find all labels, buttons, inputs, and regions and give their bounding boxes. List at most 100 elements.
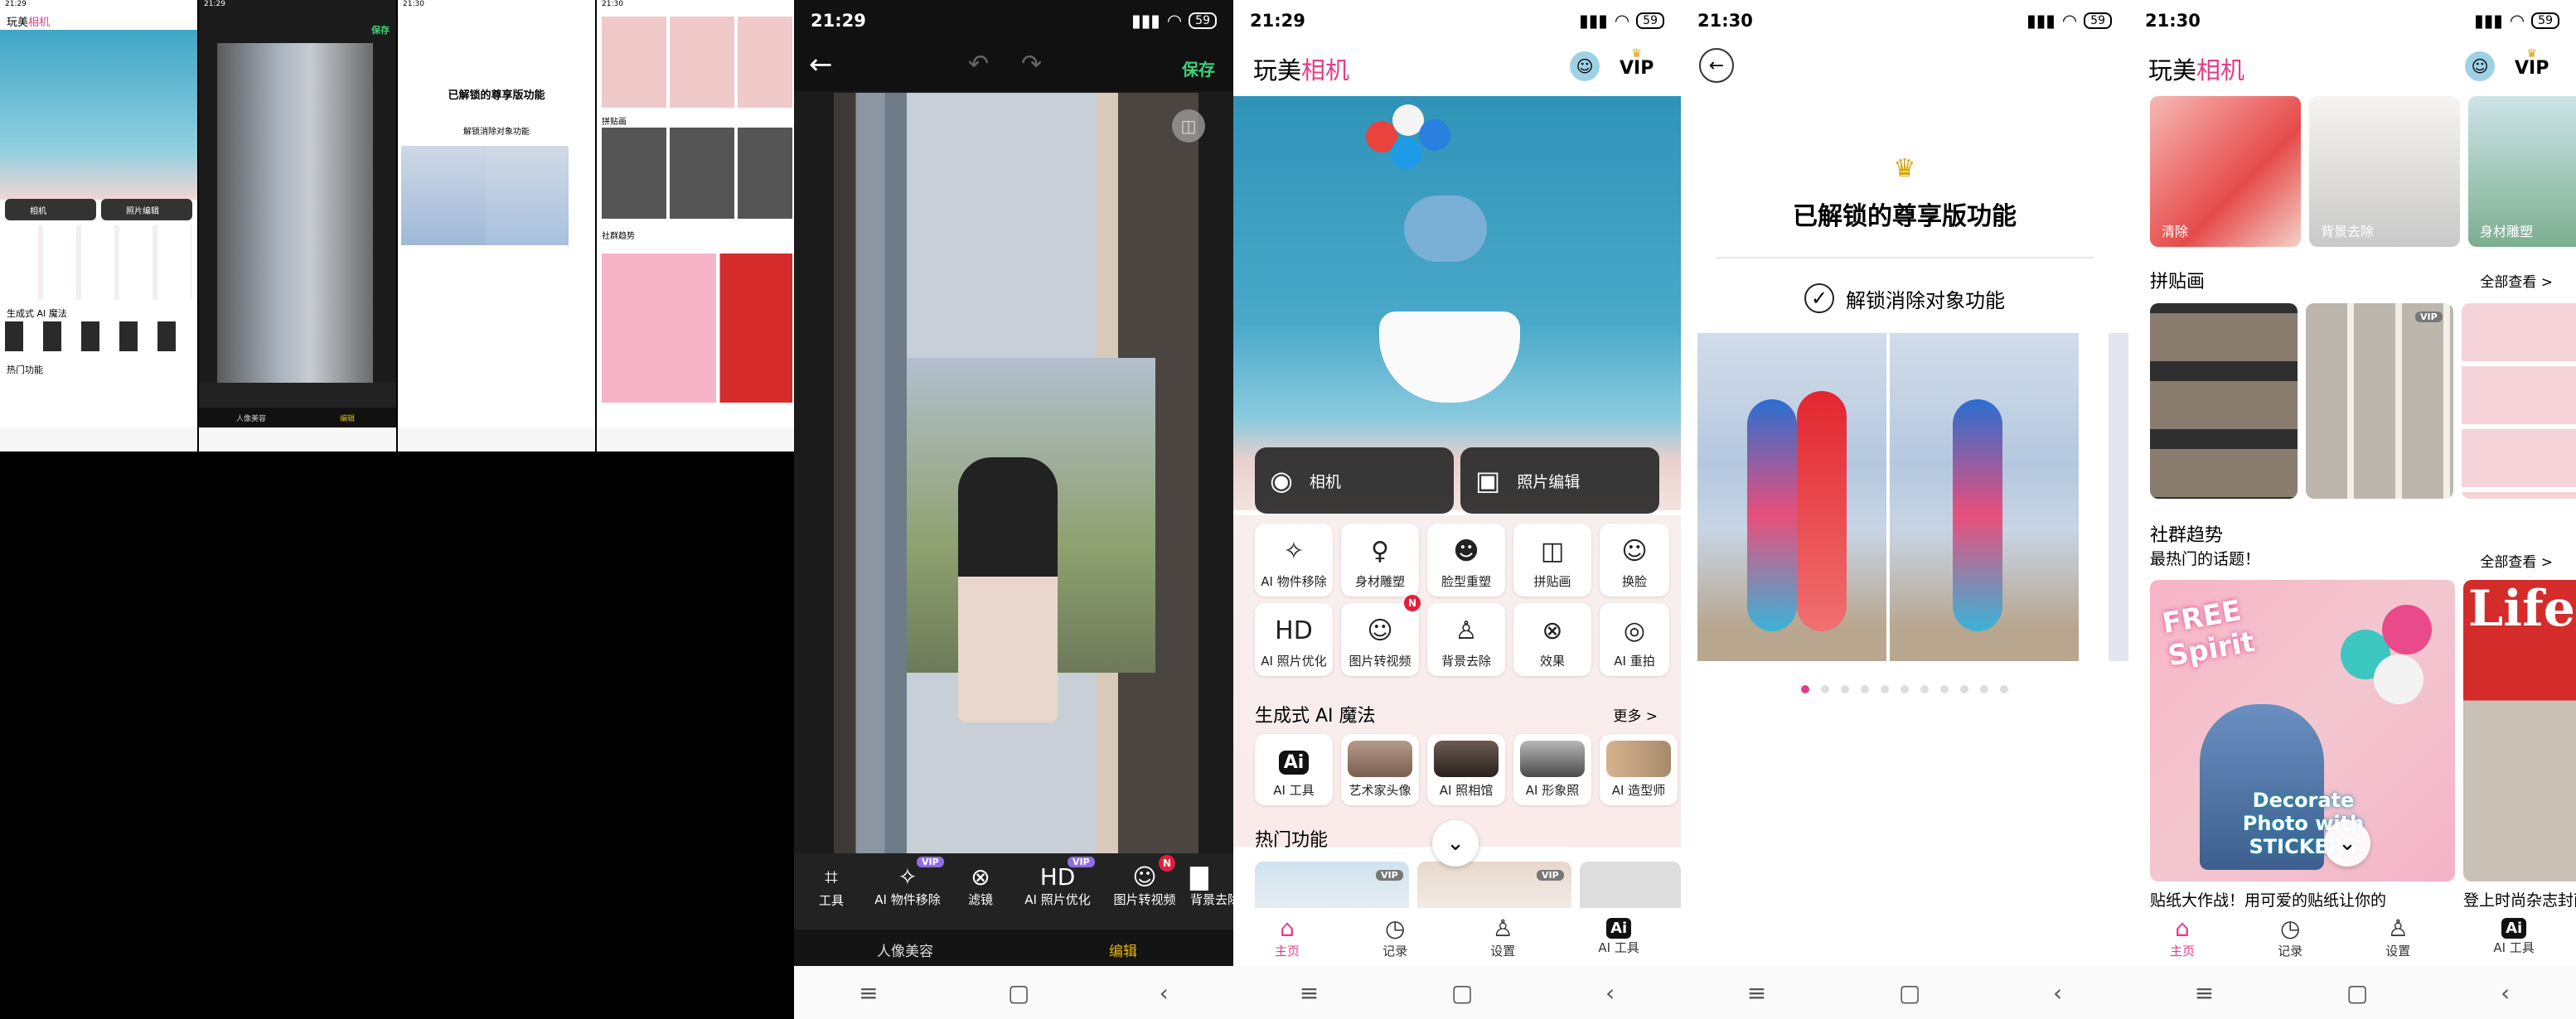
tool-filter[interactable]: ⊗ 滤镜	[951, 863, 1010, 908]
scroll-down-chevron-icon[interactable]: ⌄	[1432, 820, 1479, 867]
vip-button[interactable]: ♛ VIP	[1620, 47, 1654, 79]
ai-tools-item[interactable]: Ai AI 工具	[1255, 734, 1333, 805]
mini-photo-edit-button[interactable]: 照片编辑	[101, 199, 192, 220]
more-link[interactable]: 更多 >	[1613, 704, 1658, 725]
signal-icon: ▮▮▮	[1579, 11, 1608, 31]
dot[interactable]	[1980, 685, 1988, 693]
menu-icon[interactable]: ≡	[2195, 979, 2214, 1007]
redo-icon[interactable]: ↷	[1021, 50, 1042, 79]
tab-ai-tools[interactable]: Ai AI 工具	[2493, 918, 2535, 956]
ai-headshot-item[interactable]: AI 形象照	[1513, 734, 1591, 805]
collage-card-grid[interactable]	[2306, 303, 2453, 499]
ai-stylist-item[interactable]: AI 造型师	[1600, 734, 1678, 805]
sticker-post-card[interactable]: FREE Spirit Decorate Photo with STICKERS	[2150, 580, 2455, 881]
dot[interactable]	[1881, 685, 1889, 693]
scroll-down-chevron-icon[interactable]: ⌄	[2324, 820, 2370, 867]
tool-photo-enhance[interactable]: HD AI 照片优化	[1016, 863, 1099, 908]
dot[interactable]	[1821, 685, 1829, 693]
mode-edit[interactable]: 编辑	[1109, 939, 1137, 960]
save-button[interactable]: 保存	[1182, 56, 1215, 80]
tool-background-removal[interactable]: ♙ 背景去除	[1427, 603, 1505, 676]
dot-active[interactable]	[1801, 685, 1809, 693]
home-square-icon[interactable]: ▢	[2346, 979, 2368, 1007]
tab-settings[interactable]: ♙ 设置	[1490, 915, 1515, 959]
menu-icon[interactable]: ≡	[859, 979, 878, 1007]
back-chevron-icon[interactable]: ‹	[1605, 979, 1615, 1007]
hot-card-2[interactable]	[1417, 862, 1571, 911]
tab-settings[interactable]: ♙ 设置	[2385, 915, 2410, 959]
collage-card-baby[interactable]	[2462, 303, 2576, 499]
see-all-social-link[interactable]: 全部查看 >	[2480, 550, 2553, 571]
person-icon: ♙	[2387, 915, 2409, 942]
tab-home[interactable]: ⌂ 主页	[2170, 915, 2195, 959]
collage-icon: ◫	[1540, 537, 1565, 566]
camera-button[interactable]: ◉ 相机	[1255, 447, 1454, 514]
premium-features-screen: 21:30 ▮▮▮ ◠ 59 ← ♛ 已解锁的尊享版功能 ✓ 解锁消除对象功能 ≡ ▢…	[1681, 0, 2128, 1019]
ai-artist-avatar-item[interactable]: 艺术家头像	[1341, 734, 1419, 805]
dot[interactable]	[1960, 685, 1968, 693]
home-square-icon[interactable]: ▢	[1899, 979, 1920, 1007]
tab-history[interactable]: ◷ 记录	[2278, 915, 2302, 959]
tool-photo-to-video[interactable]: ☺ 图片转视频	[1341, 603, 1419, 676]
face-icon: ☻	[1453, 537, 1479, 566]
see-all-collage-link[interactable]: 全部查看 >	[2480, 270, 2553, 291]
dot[interactable]	[1901, 685, 1909, 693]
tool-face-reshape[interactable]: ☻ 脸型重塑	[1427, 524, 1505, 596]
back-chevron-icon[interactable]: ‹	[2053, 979, 2062, 1007]
feature-card-body[interactable]: 身材雕塑	[2468, 96, 2576, 247]
magazine-post-card[interactable]: Life	[2463, 580, 2576, 881]
hot-card-3[interactable]	[1580, 862, 1681, 911]
tab-ai-tools[interactable]: Ai AI 工具	[1598, 918, 1639, 956]
portrait-thumb	[1606, 741, 1671, 777]
mini-mode-edit[interactable]: 编辑	[340, 413, 355, 423]
tool-background-removal[interactable]: ▇背景去除	[1190, 863, 1233, 908]
compare-icon[interactable]: ◫	[1172, 109, 1205, 142]
mini-mode-portrait[interactable]: 人像美容	[236, 413, 266, 423]
feature-card-remove[interactable]: 清除	[2150, 96, 2301, 247]
tool-effects[interactable]: ⊗ 效果	[1513, 603, 1591, 676]
hot-card-1[interactable]	[1255, 862, 1409, 911]
dot[interactable]	[2000, 685, 2008, 693]
dot[interactable]	[1940, 685, 1949, 693]
status-time: 21:29	[1250, 11, 1305, 31]
menu-icon[interactable]: ≡	[1300, 979, 1319, 1007]
tool-crop[interactable]: ⌗ 工具	[802, 863, 860, 909]
mini-save[interactable]: 保存	[371, 23, 390, 36]
back-arrow-icon[interactable]: ←	[1699, 48, 1734, 83]
tool-object-removal[interactable]: ✧ AI 物件移除	[1255, 524, 1333, 596]
tool-face-swap[interactable]: ☺ 换脸	[1600, 524, 1669, 596]
tool-body-sculpt[interactable]: ♀ 身材雕塑	[1341, 524, 1419, 596]
back-chevron-icon[interactable]: ‹	[1160, 979, 1169, 1007]
tool-object-removal[interactable]: ✧ AI 物件移除	[870, 863, 945, 908]
mode-portrait[interactable]: 人像美容	[877, 939, 933, 960]
undo-icon[interactable]: ↶	[968, 50, 989, 79]
home-square-icon[interactable]: ▢	[1451, 979, 1473, 1007]
emoji-avatar-icon[interactable]: ☺	[1570, 51, 1600, 81]
dot[interactable]	[1841, 685, 1849, 693]
home-square-icon[interactable]: ▢	[1008, 979, 1029, 1007]
collage-card-film[interactable]	[2150, 303, 2298, 499]
tool-collage[interactable]: ◫ 拼贴画	[1513, 524, 1591, 596]
vip-badge: VIP	[1068, 857, 1095, 867]
tab-history[interactable]: ◷ 记录	[1382, 915, 1407, 959]
tool-label: 换脸	[1621, 574, 1647, 589]
emoji-avatar-icon[interactable]: ☺	[2465, 51, 2495, 81]
tool-photo-enhance[interactable]: HD AI 照片优化	[1255, 603, 1333, 676]
status-bar: 21:29 ▮▮▮ ◠ 59	[794, 0, 1233, 41]
back-arrow-icon[interactable]: ←	[809, 48, 833, 81]
ai-studio-item[interactable]: AI 照相馆	[1427, 734, 1505, 805]
tab-label: 主页	[2170, 944, 2196, 959]
photo-edit-button[interactable]: ▣ 照片编辑	[1460, 447, 1659, 514]
crown-icon: ♛	[1631, 47, 1642, 60]
dot[interactable]	[1861, 685, 1869, 693]
back-chevron-icon[interactable]: ‹	[2501, 979, 2510, 1007]
vip-button[interactable]: ♛ VIP	[2515, 48, 2549, 79]
feature-card-bg-remove[interactable]: 背景去除	[2309, 96, 2460, 247]
tab-home[interactable]: ⌂ 主页	[1275, 915, 1300, 959]
tool-ai-retake[interactable]: ◎ AI 重拍	[1600, 603, 1669, 676]
menu-icon[interactable]: ≡	[1747, 979, 1766, 1007]
mini-camera-button[interactable]: 相机	[5, 199, 96, 220]
dot[interactable]	[1920, 685, 1929, 693]
person-kimono-right	[1953, 399, 2002, 631]
vip-label: VIP	[2515, 58, 2549, 79]
